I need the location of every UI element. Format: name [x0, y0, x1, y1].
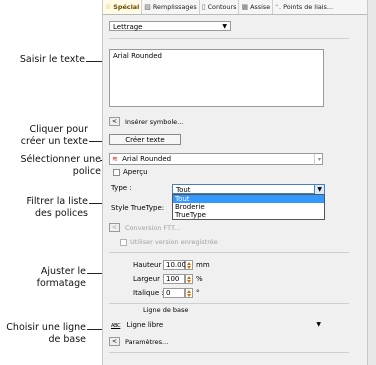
- saved-version-label: Utiliser version enregistrée: [130, 238, 218, 246]
- font-select[interactable]: ≋ Arial Rounded ▾: [109, 153, 323, 165]
- callout-text: Ajuster le: [40, 266, 86, 277]
- star-icon: ☆: [105, 3, 112, 11]
- type-option-tout[interactable]: Tout: [173, 195, 324, 203]
- divider: [109, 303, 349, 304]
- conversion-label: Conversion FTT...: [125, 224, 181, 232]
- baseline-section-label: Ligne de base: [143, 306, 189, 314]
- callout-text: Cliquer pour: [29, 124, 88, 135]
- type-label: Type :: [111, 184, 132, 192]
- italic-input[interactable]: 0: [163, 288, 185, 298]
- create-text-button[interactable]: Créer texte: [109, 134, 181, 145]
- type-select[interactable]: Tout ▼: [172, 184, 325, 195]
- tab-label: Contours: [207, 3, 237, 11]
- baseline-icon: ABC: [111, 323, 121, 329]
- callout-ajuster: Ajuster le formatage: [0, 266, 86, 290]
- tab-bar: ☆ Spécial ▧ Remplissages ▯ Contours ▦ As…: [103, 0, 368, 15]
- height-spinner[interactable]: [185, 260, 193, 270]
- type-option-truetype[interactable]: TrueType: [173, 211, 324, 219]
- button-glyph: <: [111, 338, 118, 345]
- width-spinner[interactable]: [185, 274, 193, 284]
- callout-filtrer: Filtrer la liste des polices: [0, 196, 88, 220]
- underlay-icon: ▦: [241, 3, 249, 11]
- height-input[interactable]: 10.00: [163, 260, 186, 270]
- divider: [109, 38, 349, 39]
- tie-points-icon: ⁺.: [275, 3, 282, 11]
- tab-underlay[interactable]: ▦ Assise: [239, 0, 274, 14]
- tab-tie-points[interactable]: ⁺. Points de liais...: [273, 0, 335, 14]
- callout-text: de base: [48, 334, 86, 345]
- preview-checkbox[interactable]: [113, 169, 120, 176]
- type-option-broderie[interactable]: Broderie: [173, 203, 324, 211]
- callout-text: Choisir une ligne: [6, 322, 86, 333]
- outline-icon: ▯: [201, 3, 206, 11]
- button-glyph: <: [111, 224, 118, 231]
- saved-version-checkbox[interactable]: [120, 239, 127, 246]
- baseline-select[interactable]: ABC Ligne libre ▼: [109, 320, 324, 330]
- callout-text: formatage: [36, 278, 86, 289]
- font-icon: ≋: [112, 155, 118, 163]
- parameters-label: Paramètres...: [125, 338, 169, 346]
- italic-spinner[interactable]: [185, 288, 193, 298]
- fill-icon: ▧: [144, 3, 151, 11]
- callout-selectionner: Sélectionner une police: [0, 154, 101, 178]
- callout-text: Filtrer la liste: [26, 196, 88, 207]
- tab-label: Remplissages: [152, 3, 197, 11]
- callout-choisir: Choisir une ligne de base: [0, 322, 86, 346]
- text-input-value: Arial Rounded: [113, 52, 162, 60]
- callout-saisir: Saisir le texte: [0, 54, 85, 66]
- style-truetype-label: Style TrueType:: [111, 204, 165, 212]
- chevron-down-icon: ▼: [316, 321, 321, 328]
- object-type-value: Lettrage: [113, 23, 143, 31]
- vertical-scrollbar[interactable]: [367, 0, 376, 365]
- callout-text: Saisir le texte: [19, 54, 85, 65]
- height-unit: mm: [196, 261, 210, 269]
- width-label: Largeur :: [133, 275, 165, 283]
- button-glyph: <: [111, 118, 118, 125]
- object-properties-panel: ☆ Spécial ▧ Remplissages ▯ Contours ▦ As…: [102, 0, 368, 365]
- callout-text: police: [72, 166, 101, 177]
- height-label: Hauteur :: [133, 261, 166, 269]
- chevron-down-icon: ▾: [313, 154, 321, 165]
- tab-label: Points de liais...: [283, 3, 333, 11]
- tab-special[interactable]: ☆ Spécial: [103, 0, 143, 14]
- insert-symbol-button[interactable]: <: [109, 117, 120, 126]
- insert-symbol-label: Insérer symbole...: [125, 118, 184, 126]
- tab-label: Assise: [250, 3, 271, 11]
- chevron-down-icon: ▼: [222, 23, 227, 30]
- type-value: Tout: [176, 186, 191, 194]
- callout-cliquer: Cliquer pour créer un texte: [0, 124, 88, 148]
- object-type-select[interactable]: Lettrage ▼: [109, 21, 231, 31]
- tab-outlines[interactable]: ▯ Contours: [200, 0, 240, 14]
- divider: [109, 252, 349, 253]
- baseline-value: Ligne libre: [126, 321, 164, 329]
- width-input[interactable]: 100: [163, 274, 185, 284]
- create-text-label: Créer texte: [125, 136, 165, 144]
- callout-text: des polices: [35, 208, 88, 219]
- conversion-button[interactable]: <: [109, 223, 120, 232]
- font-value: Arial Rounded: [122, 155, 172, 163]
- divider: [109, 352, 349, 353]
- tab-fills[interactable]: ▧ Remplissages: [142, 0, 200, 14]
- tab-label: Spécial: [113, 3, 140, 11]
- parameters-button[interactable]: <: [109, 337, 120, 346]
- preview-label: Aperçu: [123, 168, 148, 176]
- text-input[interactable]: Arial Rounded: [109, 49, 324, 107]
- type-dropdown-list[interactable]: Tout Broderie TrueType: [172, 194, 325, 220]
- width-unit: %: [196, 275, 203, 283]
- callout-text: Sélectionner une: [20, 154, 101, 165]
- italic-label: Italique :: [133, 289, 164, 297]
- callout-text: créer un texte: [20, 136, 88, 147]
- italic-unit: °: [196, 289, 200, 297]
